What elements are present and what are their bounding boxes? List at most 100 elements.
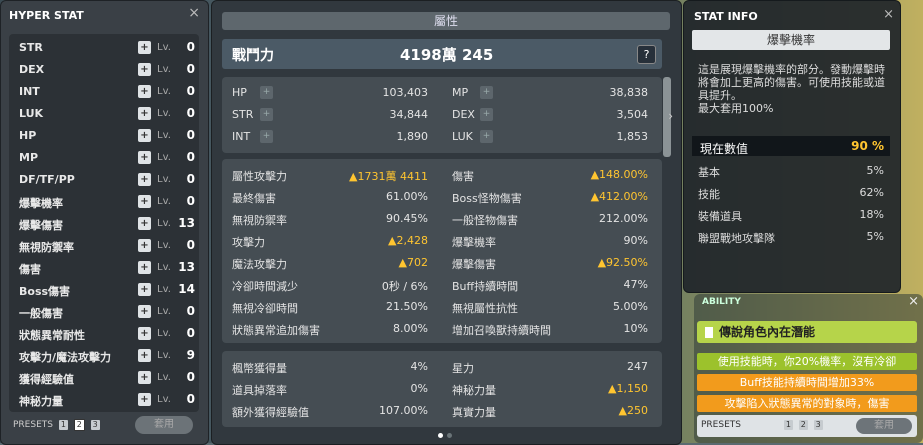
stat-info-row: 基本 5%: [698, 164, 884, 180]
hyper-stat-row: Boss傷害 + Lv. 14: [9, 279, 199, 301]
plus-icon[interactable]: +: [138, 305, 151, 318]
hyper-stat-row: 狀態異常耐性 + Lv. 0: [9, 323, 199, 345]
hyper-stat-level: 13: [178, 260, 195, 274]
hyper-stat-level: 0: [186, 128, 195, 142]
stat-info-panel: STAT INFO × 爆擊機率 這是展現爆擊機率的部分。發動爆擊時將會加上更高…: [683, 0, 901, 293]
stat-value: 212.00%: [599, 212, 648, 225]
expand-arrow-icon[interactable]: ›: [668, 109, 673, 123]
ability-preset-1-button[interactable]: 1: [783, 420, 793, 430]
plus-icon[interactable]: +: [480, 130, 493, 143]
hyper-stat-name: 攻擊力/魔法攻擊力: [19, 351, 112, 364]
stat-cell: STR +34,844: [232, 108, 428, 122]
page-dot-1[interactable]: [438, 433, 443, 438]
level-label: Lv.: [157, 240, 171, 251]
hyper-apply-button[interactable]: 套用: [135, 416, 193, 434]
level-label: Lv.: [157, 152, 171, 163]
stat-name: 無視防禦率: [232, 214, 287, 227]
presets-label: PRESETS: [13, 420, 53, 430]
plus-icon[interactable]: +: [138, 349, 151, 362]
stat-info-row: 聯盟戰地攻擊隊 5%: [698, 230, 884, 246]
level-label: Lv.: [157, 328, 171, 339]
page-dot-2[interactable]: [447, 433, 452, 438]
attributes-title: 屬性: [222, 12, 670, 30]
plus-icon[interactable]: +: [480, 108, 493, 121]
hyper-stat-row: DF/TF/PP + Lv. 0: [9, 169, 199, 191]
plus-icon[interactable]: +: [260, 130, 273, 143]
plus-icon[interactable]: +: [138, 239, 151, 252]
stat-info-row-value: 5%: [866, 164, 884, 177]
help-icon[interactable]: ?: [637, 45, 656, 64]
stat-cell: 道具掉落率 0%: [232, 382, 428, 397]
hyper-stat-title: HYPER STAT: [9, 9, 84, 22]
stat-name: 增加召喚獸持續時間: [452, 324, 551, 337]
plus-icon[interactable]: +: [138, 41, 151, 54]
plus-icon[interactable]: +: [138, 261, 151, 274]
ability-preset-3-button[interactable]: 3: [813, 420, 823, 430]
level-label: Lv.: [157, 130, 171, 141]
ability-apply-button[interactable]: 套用: [856, 418, 912, 434]
hyper-stat-row: 攻擊力/魔法攻擊力 + Lv. 9: [9, 345, 199, 367]
plus-icon[interactable]: +: [480, 86, 493, 99]
stat-value: 90%: [623, 234, 648, 247]
stat-value: 61.00%: [386, 190, 428, 203]
plus-icon[interactable]: +: [138, 195, 151, 208]
hyper-stat-row: DEX + Lv. 0: [9, 59, 199, 81]
hyper-stat-level: 0: [186, 106, 195, 120]
close-icon[interactable]: ×: [883, 7, 894, 22]
stat-cell: 真實力量 ▲250: [452, 404, 648, 419]
stat-name: MP: [452, 86, 469, 99]
preset-3-button[interactable]: 3: [90, 420, 100, 430]
hyper-stat-row: 爆擊機率 + Lv. 0: [9, 191, 199, 213]
attributes-panel: 屬性 戰鬥力 4198萬 245 ? HP +103,403 MP +38,838 ST…: [211, 0, 682, 445]
close-icon[interactable]: ×: [188, 5, 200, 21]
plus-icon[interactable]: +: [260, 86, 273, 99]
stat-value: ▲250: [618, 404, 648, 417]
stat-value: ▲148.00%: [590, 168, 648, 181]
ability-preset-2-button[interactable]: 2: [798, 420, 808, 430]
level-label: Lv.: [157, 108, 171, 119]
stat-cell: MP +38,838: [452, 86, 648, 100]
plus-icon[interactable]: +: [138, 63, 151, 76]
hyper-stat-row: INT + Lv. 0: [9, 81, 199, 103]
stat-value: ▲1731萬 4411: [349, 170, 428, 183]
hyper-stat-name: INT: [19, 85, 40, 98]
level-label: Lv.: [157, 42, 171, 53]
stat-info-row-name: 基本: [698, 166, 720, 179]
hyper-stat-level: 13: [178, 216, 195, 230]
hyper-stat-level: 0: [186, 62, 195, 76]
stat-name: 真實力量: [452, 406, 496, 419]
plus-icon[interactable]: +: [138, 217, 151, 230]
plus-icon[interactable]: +: [138, 393, 151, 406]
combat-power-bar: 戰鬥力 4198萬 245 ?: [222, 39, 662, 69]
plus-icon[interactable]: +: [138, 283, 151, 296]
stat-info-row-value: 18%: [859, 208, 884, 221]
hyper-stat-name: 一般傷害: [19, 307, 63, 320]
plus-icon[interactable]: +: [138, 129, 151, 142]
combat-power-value: 4198萬 245: [400, 46, 494, 64]
close-icon[interactable]: ×: [908, 294, 919, 309]
stat-value: ▲92.50%: [597, 256, 648, 269]
plus-icon[interactable]: +: [138, 327, 151, 340]
stat-value: ▲1,150: [608, 382, 648, 395]
plus-icon[interactable]: +: [138, 173, 151, 186]
stat-info-row-name: 聯盟戰地攻擊隊: [698, 232, 775, 245]
stat-value: 90.45%: [386, 212, 428, 225]
hyper-stat-row: STR + Lv. 0: [9, 37, 199, 59]
stat-cell: 額外獲得經驗值 107.00%: [232, 404, 428, 419]
plus-icon[interactable]: +: [138, 85, 151, 98]
ability-grade-bar: 傳說角色內在潛能: [697, 321, 917, 343]
stat-cell: Boss怪物傷害 ▲412.00%: [452, 190, 648, 205]
preset-2-button[interactable]: 2: [73, 419, 85, 431]
plus-icon[interactable]: +: [260, 108, 273, 121]
preset-1-button[interactable]: 1: [58, 420, 68, 430]
stat-cell: 攻擊力 ▲2,428: [232, 234, 428, 249]
level-label: Lv.: [157, 64, 171, 75]
hyper-stat-level: 0: [186, 40, 195, 54]
plus-icon[interactable]: +: [138, 151, 151, 164]
plus-icon[interactable]: +: [138, 107, 151, 120]
stat-info-description: 這是展現爆擊機率的部分。發動爆擊時將會加上更高的傷害。可使用技能或道具提升。 最…: [698, 63, 888, 115]
stat-name: 楓幣獲得量: [232, 362, 287, 375]
plus-icon[interactable]: +: [138, 371, 151, 384]
hyper-stat-row: MP + Lv. 0: [9, 147, 199, 169]
stat-name: 魔法攻擊力: [232, 258, 287, 271]
